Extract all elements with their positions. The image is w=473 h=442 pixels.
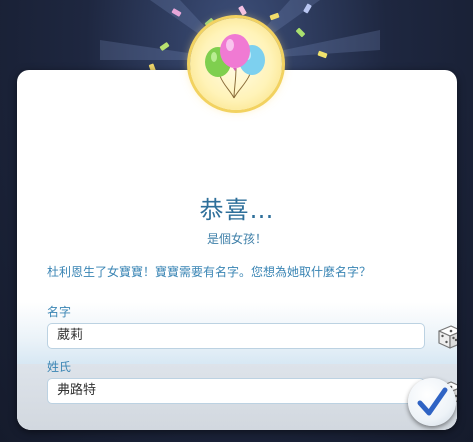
dice-icon[interactable] — [435, 322, 457, 350]
first-name-field[interactable]: 葳莉 — [47, 323, 425, 349]
birth-naming-dialog: 恭喜… 是個女孩！ 杜利恩生了女寶寶！寶寶需要有名字。您想為她取什麼名字？ 名字… — [17, 70, 457, 430]
checkmark-icon — [417, 387, 448, 416]
confirm-button[interactable] — [408, 378, 456, 426]
dialog-description: 杜利恩生了女寶寶！寶寶需要有名字。您想為她取什麼名字？ — [47, 265, 372, 279]
balloons-icon — [205, 34, 265, 99]
dialog-title: 恭喜… — [199, 196, 275, 224]
last-name-field[interactable]: 弗路特 — [47, 378, 425, 404]
balloons-medallion — [190, 18, 282, 110]
dialog-subtitle: 是個女孩！ — [206, 232, 267, 246]
last-name-label: 姓氏 — [47, 360, 72, 374]
first-name-label: 名字 — [47, 305, 72, 319]
